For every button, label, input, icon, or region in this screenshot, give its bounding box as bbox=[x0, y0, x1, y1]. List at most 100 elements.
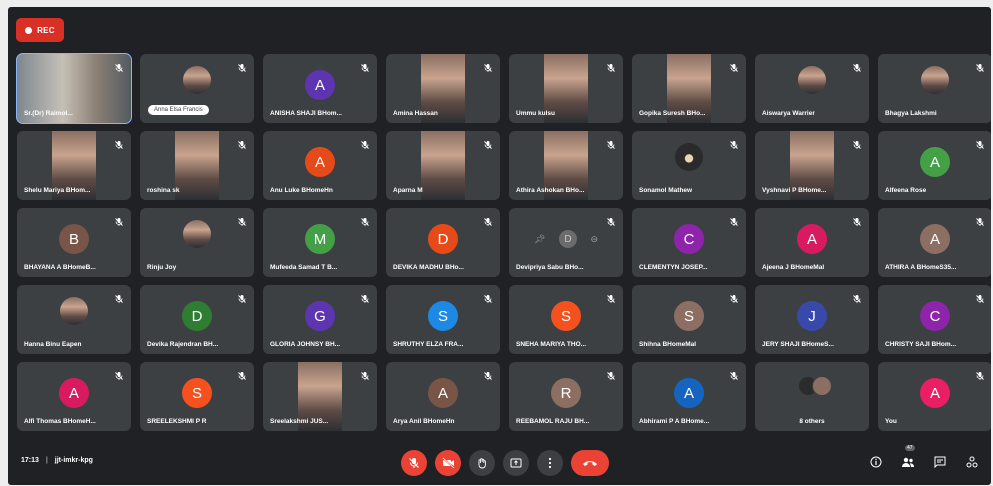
participant-name: SREELEKSHMI P R bbox=[147, 418, 207, 425]
participant-tile[interactable]: S SREELEKSHMI P R bbox=[140, 362, 254, 431]
avatar: S bbox=[551, 301, 581, 331]
participant-name: Mufeeda Samad T B... bbox=[270, 264, 338, 271]
mic-muted-icon bbox=[114, 60, 124, 72]
participant-tile[interactable]: C CLEMENTYN JOSEP... bbox=[632, 208, 746, 277]
mic-muted-icon bbox=[483, 60, 493, 72]
participant-tile[interactable]: Aparna M bbox=[386, 131, 500, 200]
participant-tile[interactable]: S SNEHA MARIYA THO... bbox=[509, 285, 623, 354]
participant-tile[interactable]: A Arya Anil BHomeHn bbox=[386, 362, 500, 431]
recording-badge: REC bbox=[16, 18, 64, 42]
participant-tile[interactable]: A Anu Luke BHomeHn bbox=[263, 131, 377, 200]
participant-name: Abhirami P A BHome... bbox=[639, 418, 710, 425]
participant-name: Arya Anil BHomeHn bbox=[393, 418, 455, 425]
participant-tile[interactable]: Ummu kulsu bbox=[509, 54, 623, 123]
participant-tile[interactable]: 8 others bbox=[755, 362, 869, 431]
participant-name: SNEHA MARIYA THO... bbox=[516, 341, 587, 348]
participant-tile[interactable]: Rinju Joy bbox=[140, 208, 254, 277]
participant-tile[interactable]: roshina sk bbox=[140, 131, 254, 200]
participant-tile[interactable]: Hanna Binu Eapen bbox=[17, 285, 131, 354]
record-dot-icon bbox=[25, 26, 33, 34]
tile-hover-controls: 📌︎ D ⊖ bbox=[534, 230, 598, 248]
activities-icon[interactable] bbox=[963, 453, 981, 471]
avatar: R bbox=[551, 378, 581, 408]
participant-tile[interactable]: Sonamol Mathew bbox=[632, 131, 746, 200]
participant-tile[interactable]: D Devika Rajendran BH... bbox=[140, 285, 254, 354]
participant-tile[interactable]: Anna Elsa Francis bbox=[140, 54, 254, 123]
participant-tile[interactable]: 📌︎ D ⊖ Devipriya Sabu BHo... bbox=[509, 208, 623, 277]
pin-icon[interactable]: 📌︎ bbox=[534, 234, 545, 245]
participant-tile[interactable]: G GLORIA JOHNSY BH... bbox=[263, 285, 377, 354]
participant-name: BHAYANA A BHomeB... bbox=[24, 264, 96, 271]
participant-tile[interactable]: S Shihna BHomeMal bbox=[632, 285, 746, 354]
participant-video bbox=[798, 66, 826, 94]
avatar: M bbox=[305, 224, 335, 254]
more-options-icon[interactable] bbox=[537, 450, 563, 476]
people-icon[interactable]: 47 bbox=[899, 445, 917, 471]
remove-icon[interactable]: ⊖ bbox=[590, 234, 598, 245]
mic-muted-icon bbox=[852, 60, 862, 72]
participant-tile[interactable]: Bhagya Lakshmi bbox=[878, 54, 991, 123]
participant-tile[interactable]: C CHRISTY SAJI BHom... bbox=[878, 285, 991, 354]
participant-tile[interactable]: Sr.(Dr) Raimol... bbox=[16, 53, 132, 124]
participant-name: Aiswarya Warrier bbox=[762, 110, 815, 117]
end-call-icon[interactable] bbox=[571, 450, 609, 476]
participant-name: Shelu Mariya BHom... bbox=[24, 187, 91, 194]
mic-muted-icon bbox=[975, 368, 985, 380]
participant-name: Devipriya Sabu BHo... bbox=[516, 264, 584, 271]
avatar: A bbox=[59, 378, 89, 408]
participant-tile[interactable]: Gopika Suresh BHo... bbox=[632, 54, 746, 123]
participant-tile[interactable]: Athira Ashokan BHo... bbox=[509, 131, 623, 200]
participant-name: Devika Rajendran BH... bbox=[147, 341, 219, 348]
info-icon[interactable] bbox=[867, 453, 885, 471]
participant-video bbox=[675, 143, 703, 171]
participant-tile[interactable]: A Alfi Thomas BHomeH... bbox=[17, 362, 131, 431]
avatar: A bbox=[920, 224, 950, 254]
participant-name: roshina sk bbox=[147, 187, 180, 194]
participant-name: DEVIKA MADHU BHo... bbox=[393, 264, 464, 271]
mic-muted-icon bbox=[975, 137, 985, 149]
participant-name: JERY SHAJI BHomeS... bbox=[762, 341, 834, 348]
avatar: A bbox=[797, 224, 827, 254]
mic-off-icon[interactable] bbox=[401, 450, 427, 476]
participant-name: Rinju Joy bbox=[147, 264, 177, 271]
participant-name: Bhagya Lakshmi bbox=[885, 110, 937, 117]
participant-tile[interactable]: A You bbox=[878, 362, 991, 431]
meeting-code: jjt-imkr-kpg bbox=[54, 457, 93, 464]
mic-muted-icon bbox=[360, 137, 370, 149]
camera-off-icon[interactable] bbox=[435, 450, 461, 476]
participant-tile[interactable]: M Mufeeda Samad T B... bbox=[263, 208, 377, 277]
participant-name: Sreelakshmi JUS... bbox=[270, 418, 329, 425]
participant-tile[interactable]: Shelu Mariya BHom... bbox=[17, 131, 131, 200]
recording-label: REC bbox=[37, 25, 55, 35]
participant-tile[interactable]: A Alfeena Rose bbox=[878, 131, 991, 200]
participant-tile[interactable]: A Abhirami P A BHome... bbox=[632, 362, 746, 431]
mic-muted-icon bbox=[606, 214, 616, 226]
participant-tile[interactable]: B BHAYANA A BHomeB... bbox=[17, 208, 131, 277]
call-controls bbox=[401, 450, 609, 476]
participant-name: CLEMENTYN JOSEP... bbox=[639, 264, 708, 271]
participant-tile[interactable]: D DEVIKA MADHU BHo... bbox=[386, 208, 500, 277]
avatar: A bbox=[305, 70, 335, 100]
avatar: A bbox=[920, 147, 950, 177]
mic-muted-icon bbox=[606, 60, 616, 72]
participant-name: Sr.(Dr) Raimol... bbox=[24, 110, 73, 117]
meeting-info: 17:13 | jjt-imkr-kpg bbox=[21, 457, 93, 464]
chat-icon[interactable] bbox=[931, 453, 949, 471]
avatar: C bbox=[674, 224, 704, 254]
participant-tile[interactable]: S SHRUTHY ELZA FRA... bbox=[386, 285, 500, 354]
participant-name: Hanna Binu Eapen bbox=[24, 341, 82, 348]
raise-hand-icon[interactable] bbox=[469, 450, 495, 476]
participant-tile[interactable]: A ANISHA SHAJI BHom... bbox=[263, 54, 377, 123]
mic-muted-icon bbox=[114, 214, 124, 226]
avatar: S bbox=[182, 378, 212, 408]
participant-tile[interactable]: R REEBAMOL RAJU BH... bbox=[509, 362, 623, 431]
participant-tile[interactable]: A ATHIRA A BHomeS35... bbox=[878, 208, 991, 277]
participant-tile[interactable]: Sreelakshmi JUS... bbox=[263, 362, 377, 431]
participant-tile[interactable]: Vyshnavi P BHome... bbox=[755, 131, 869, 200]
participant-tile[interactable]: Aiswarya Warrier bbox=[755, 54, 869, 123]
participant-tile[interactable]: J JERY SHAJI BHomeS... bbox=[755, 285, 869, 354]
present-icon[interactable] bbox=[503, 450, 529, 476]
mic-muted-icon bbox=[975, 214, 985, 226]
participant-tile[interactable]: A Ajeena J BHomeMal bbox=[755, 208, 869, 277]
participant-tile[interactable]: Amina Hassan bbox=[386, 54, 500, 123]
